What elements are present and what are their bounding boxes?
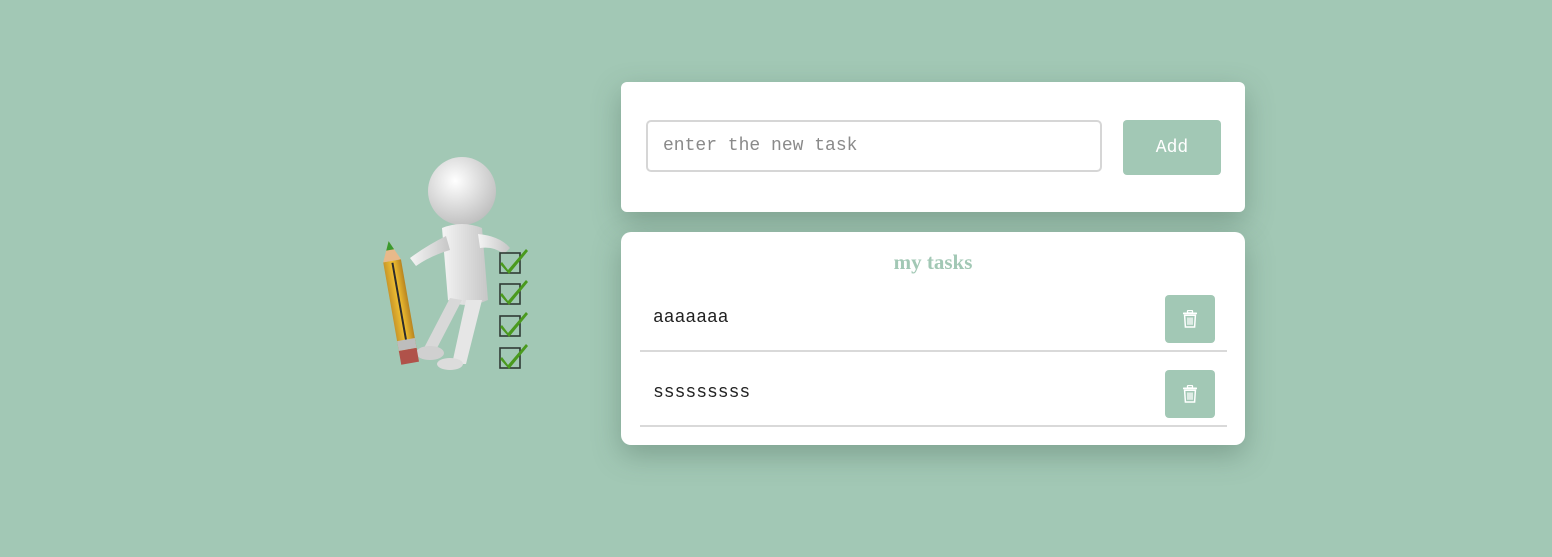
add-button[interactable]: Add <box>1123 120 1221 175</box>
task-list-title: my tasks <box>893 250 973 274</box>
new-task-input[interactable] <box>646 120 1102 172</box>
task-row: aaaaaaa <box>640 294 1227 352</box>
task-list-card: my tasks aaaaaaa sssssssss <box>621 232 1245 445</box>
task-text: sssssssss <box>653 383 751 403</box>
app-page: Add my tasks aaaaaaa sssssssss <box>0 0 1552 557</box>
task-row: sssssssss <box>640 369 1227 427</box>
figure-with-pencil-and-checklist-icon <box>383 157 528 370</box>
new-task-card: Add <box>621 82 1245 212</box>
delete-task-button[interactable] <box>1165 295 1215 343</box>
trash-icon <box>1183 385 1197 403</box>
trash-icon <box>1183 310 1197 328</box>
task-text: aaaaaaa <box>653 308 729 328</box>
delete-task-button[interactable] <box>1165 370 1215 418</box>
